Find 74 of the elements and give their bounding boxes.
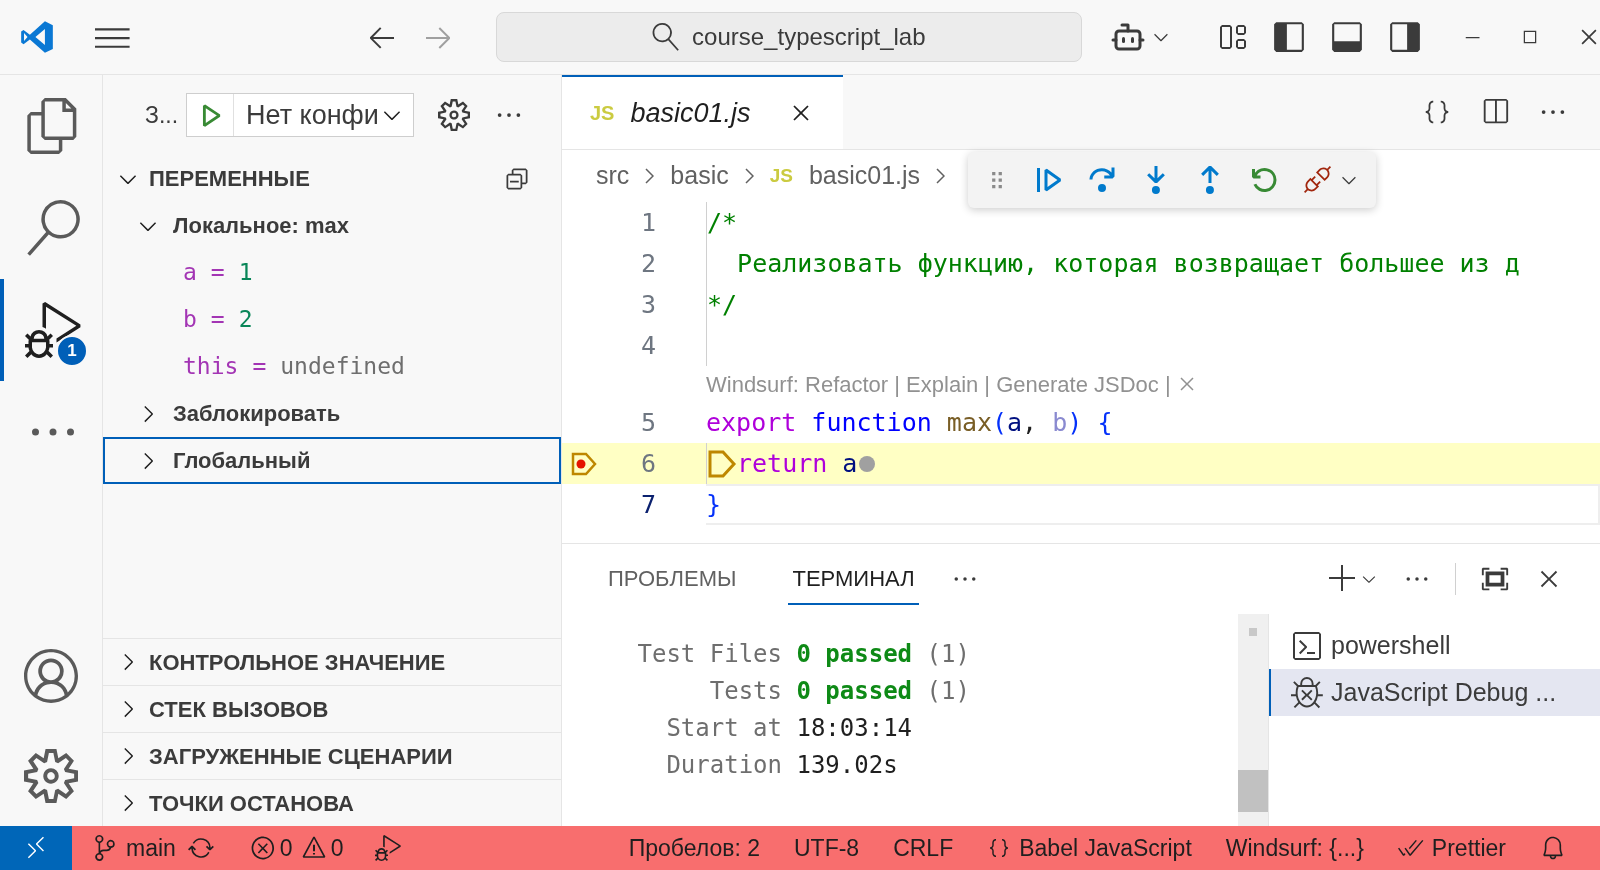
warning-icon [300,835,327,861]
prettier-indicator[interactable]: Prettier [1397,830,1506,866]
bug-icon [1291,676,1323,709]
status-item[interactable]: Пробелов: 2 [628,830,760,866]
line-number: 4 [639,329,656,362]
breadcrumb-item[interactable]: src [596,157,630,195]
notification-badge: 1 [56,335,88,367]
status-item[interactable]: CRLF [893,830,954,866]
command-center-search[interactable]: course_typescript_lab [495,12,1082,62]
line-number: 2 [639,247,656,280]
config-name: Нет конфи [245,98,379,132]
sidebar-right-icon[interactable] [1388,20,1422,54]
launch-config-select[interactable]: Нет конфи [186,93,414,137]
terminal-line: Start at 18:03:14 [665,713,914,744]
terminal-line: Duration 139.02s [665,750,899,781]
code-line: export function max(a, b) { [706,406,1113,439]
variable-item[interactable]: b = 2 [103,296,561,343]
code-line: /* [707,206,738,239]
terminal-list-item[interactable]: powershell [1269,622,1600,669]
section-header[interactable]: ЗАГРУЖЕННЫЕ СЦЕНАРИИ [103,732,561,779]
account-icon[interactable] [24,649,78,703]
scope-item[interactable]: Локальное: max [103,202,561,249]
debug-icon[interactable] [375,835,402,861]
line-number: 3 [639,288,656,321]
language-indicator[interactable]: Babel JavaScript [987,830,1192,866]
panel-bottom-icon[interactable] [1330,20,1364,54]
scope-item[interactable]: Заблокировать [103,390,561,437]
sync-icon[interactable] [187,835,214,861]
panel-tab[interactable]: ПРОБЛЕМЫ [604,553,741,605]
problems-indicator[interactable]: 0 0 [249,830,344,866]
line-number: 7 [639,488,656,521]
disconnect-icon[interactable] [1302,164,1334,196]
section-header[interactable]: КОНТРОЛЬНОЕ ЗНАЧЕНИЕ [103,638,561,685]
line-number: 6 [639,447,656,480]
code-line: */ [707,288,738,321]
panel-tab[interactable]: ТЕРМИНАЛ [788,553,919,605]
breadcrumb-item[interactable]: basic01.js [808,157,921,195]
code-line: Реализовать функцию, которая возвращает большее из д [736,247,1520,280]
search-icon[interactable] [25,200,81,256]
error-icon [249,835,276,861]
terminal-list-item[interactable]: JavaScript Debug ... [1269,669,1600,716]
line-number: 5 [639,406,656,439]
inline-breakpoint-icon[interactable] [707,448,737,479]
chevron-right-icon [744,168,754,184]
code-line: } [706,488,722,521]
search-icon [652,23,681,51]
chevron-right-icon [645,168,655,184]
js-file-label: JS [769,163,793,188]
editor-tab[interactable]: JS basic01.js [562,75,843,149]
line-number: 1 [639,206,656,239]
branch-indicator[interactable]: main [92,830,176,866]
terminal-icon [1291,629,1323,662]
terminal-line: Tests 0 passed (1) [708,676,971,707]
code-line: return a [737,447,858,480]
variable-item[interactable]: a = 1 [103,249,561,296]
scope-item[interactable]: Глобальный [103,437,561,484]
status-item[interactable]: UTF-8 [793,830,860,866]
section-header[interactable]: СТЕК ВЫЗОВОВ [103,685,561,732]
terminal-line: Test Files 0 passed (1) [636,639,971,670]
chevron-right-icon [936,168,946,184]
terminal-output[interactable]: Test Files 0 passed (1) Tests 0 passed (1) Start at 18:03:14 Duration 139.02s [562,614,1238,826]
sidebar-title: З... [145,100,179,130]
git-branch-icon [92,835,118,861]
run-debug-icon[interactable] [25,302,81,358]
codelens-actions[interactable]: Windsurf: Refactor | Explain | Generate JSDoc | [706,367,1171,401]
status-item[interactable]: Windsurf: {...} [1225,830,1364,866]
sidebar-left-icon[interactable] [1272,20,1306,54]
settings-icon[interactable] [24,749,78,803]
variables-header[interactable]: ПЕРЕМЕННЫЕ [103,155,561,202]
breakpoint-stackframe-icon[interactable] [570,450,598,477]
breadcrumb-item[interactable]: basic [670,157,729,195]
js-file-label: JS [590,101,615,126]
variable-item[interactable]: this = undefined [103,343,561,390]
settings-icon[interactable] [437,99,470,131]
